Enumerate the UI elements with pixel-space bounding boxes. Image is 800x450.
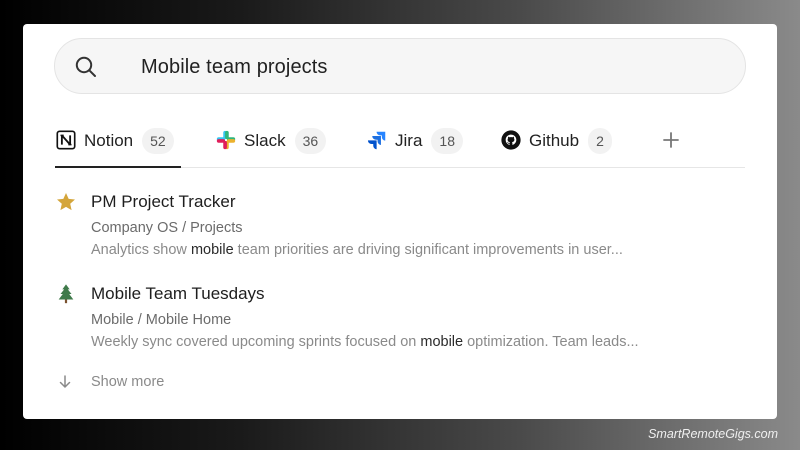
result-path: Mobile / Mobile Home	[91, 312, 232, 328]
slack-logo-icon	[216, 130, 236, 150]
github-logo-icon	[501, 130, 521, 150]
tab-notion[interactable]: Notion 52	[55, 124, 181, 168]
jira-logo-icon	[367, 131, 386, 150]
result-path: Company OS / Projects	[91, 220, 243, 236]
tab-label: Slack	[244, 131, 286, 150]
tab-github[interactable]: Github 2	[500, 124, 612, 167]
snippet-highlight: mobile	[420, 334, 464, 350]
evergreen-tree-icon	[58, 284, 74, 304]
star-icon	[57, 193, 75, 211]
search-card: Mobile team projects Notion 52 Slack 36 …	[23, 24, 777, 419]
result-snippet: Analytics show mobile team priorities ar…	[91, 242, 623, 258]
tab-slack[interactable]: Slack 36	[215, 124, 327, 167]
tab-label: Notion	[84, 131, 134, 150]
tab-count: 2	[588, 128, 612, 154]
tab-jira[interactable]: Jira 18	[366, 124, 463, 167]
show-more-label: Show more	[91, 374, 165, 390]
result-snippet: Weekly sync covered upcoming sprints foc…	[91, 334, 639, 350]
watermark: SmartRemoteGigs.com	[648, 427, 778, 441]
tab-count: 18	[431, 128, 463, 154]
result-title[interactable]: PM Project Tracker	[91, 191, 236, 213]
arrow-down-icon	[59, 375, 71, 388]
tab-label: Jira	[395, 131, 423, 150]
tab-count: 52	[142, 128, 174, 154]
source-tabs: Notion 52 Slack 36 Jira 18 Github 2	[55, 124, 745, 168]
show-more-button[interactable]: Show more	[57, 374, 164, 390]
result-title[interactable]: Mobile Team Tuesdays	[91, 283, 265, 305]
notion-logo-icon	[56, 130, 76, 150]
tab-count: 36	[294, 128, 327, 154]
search-icon	[75, 56, 96, 77]
tab-label: Github	[529, 131, 580, 150]
search-input[interactable]: Mobile team projects	[141, 54, 328, 80]
search-bar[interactable]: Mobile team projects	[54, 38, 746, 94]
plus-icon[interactable]	[661, 130, 681, 150]
snippet-highlight: mobile	[190, 242, 234, 258]
